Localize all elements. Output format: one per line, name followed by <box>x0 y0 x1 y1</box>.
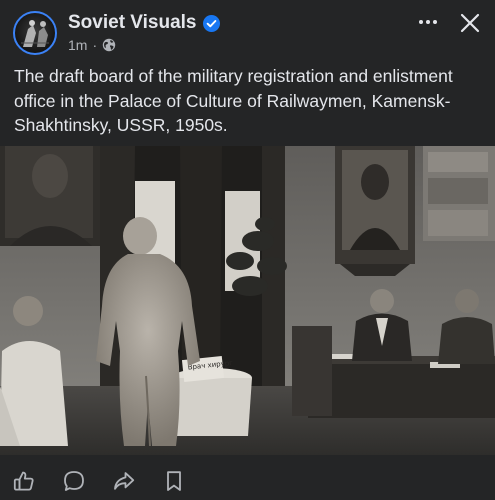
post-timestamp[interactable]: 1m <box>68 37 87 53</box>
verified-badge-icon <box>202 14 220 32</box>
page-name[interactable]: Soviet Visuals <box>68 12 197 34</box>
like-icon <box>13 471 34 491</box>
comment-button[interactable] <box>62 469 86 493</box>
bookmark-icon <box>167 471 181 491</box>
author-row: Soviet Visuals <box>68 11 220 35</box>
globe-icon <box>102 38 116 52</box>
post-meta: 1m · <box>68 36 116 54</box>
meta-separator: · <box>92 37 98 53</box>
like-button[interactable] <box>12 469 36 493</box>
post-photo[interactable]: Врач хирург <box>0 146 495 455</box>
page-avatar[interactable] <box>13 11 57 55</box>
close-button[interactable] <box>455 8 485 38</box>
post-caption: The draft board of the military registra… <box>14 66 453 135</box>
share-icon <box>114 472 135 490</box>
comment-icon <box>64 471 84 491</box>
close-icon <box>460 13 480 33</box>
save-button[interactable] <box>162 469 186 493</box>
more-horizontal-icon <box>419 20 423 24</box>
post-action-bar <box>0 455 495 500</box>
share-button[interactable] <box>112 469 136 493</box>
post-header: Soviet Visuals 1m · <box>0 0 495 62</box>
more-options-button[interactable] <box>410 10 446 34</box>
